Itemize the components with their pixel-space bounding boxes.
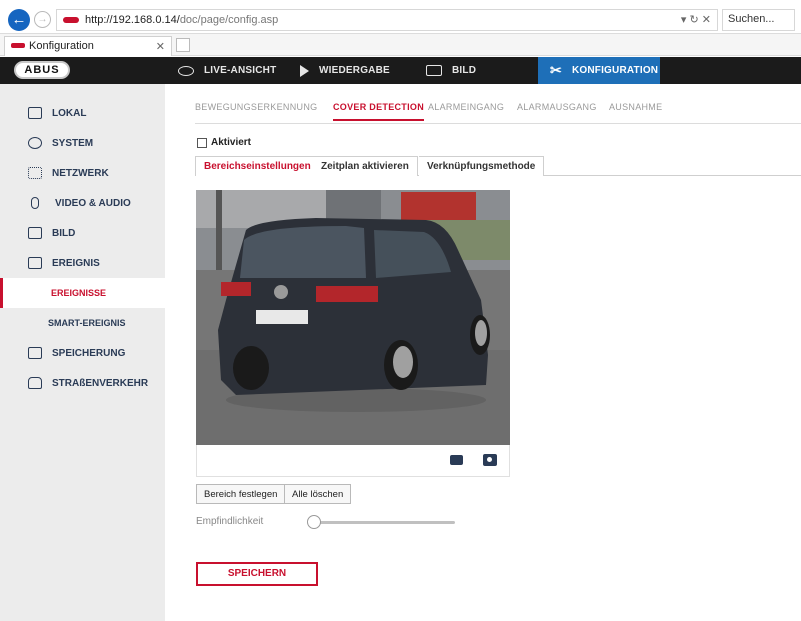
wrench-icon: ✂ (550, 62, 562, 78)
tab-linkage-method[interactable]: Verknüpfungsmethode (419, 156, 545, 176)
browser-tab[interactable]: Konfiguration ✕ (4, 36, 172, 56)
sidebar-item-system[interactable]: SYSTEM (0, 128, 165, 158)
enable-checkbox[interactable] (197, 137, 207, 148)
main-content: BEWEGUNGSERKENNUNG COVER DETECTION ALARM… (165, 84, 801, 621)
sidebar-item-lokal[interactable]: LOKAL (0, 98, 165, 128)
tab-alarmausgang[interactable]: ALARMAUSGANG (517, 102, 597, 112)
close-icon[interactable]: ✕ (156, 40, 165, 53)
microphone-icon (31, 197, 39, 209)
tab-bewegungserkennung[interactable]: BEWEGUNGSERKENNUNG (195, 102, 317, 112)
image-icon (426, 65, 442, 76)
sidebar-item-strassenverkehr[interactable]: STRAßENVERKEHR (0, 368, 165, 398)
refresh-icon[interactable]: ▾ ↻ ✕ (681, 13, 711, 26)
nav-playback[interactable]: WIEDERGABE (300, 57, 410, 84)
tab-area-settings[interactable]: Bereichseinstellungen (195, 156, 320, 176)
sidebar-item-speicherung[interactable]: SPEICHERUNG (0, 338, 165, 368)
gear-icon (28, 137, 42, 149)
search-input[interactable]: Suchen... (722, 9, 795, 31)
forward-icon[interactable]: → (34, 11, 51, 28)
url-input[interactable]: http://192.168.0.14/doc/page/config.asp … (56, 9, 718, 31)
eye-icon (178, 65, 194, 76)
browser-address-bar: ← → http://192.168.0.14/doc/page/config.… (0, 0, 801, 34)
site-favicon-icon (63, 17, 79, 23)
sidebar-subitem-smart-ereignis[interactable]: SMART-EREIGNIS (0, 308, 165, 338)
monitor-icon (28, 107, 42, 119)
sidebar-item-netzwerk[interactable]: NETZWERK (0, 158, 165, 188)
sidebar: LOKAL SYSTEM NETZWERK VIDEO & AUDIO BILD… (0, 84, 165, 621)
sidebar-item-video-audio[interactable]: VIDEO & AUDIO (0, 188, 165, 218)
sidebar-subitem-ereignisse[interactable]: EREIGNISSE (0, 278, 165, 308)
save-button[interactable]: SPEICHERN (196, 562, 318, 586)
calendar-icon (28, 257, 42, 269)
tab-cover-detection[interactable]: COVER DETECTION (333, 102, 425, 121)
network-icon (28, 167, 42, 179)
nav-image[interactable]: BILD (426, 57, 536, 84)
enable-label: Aktiviert (211, 137, 252, 148)
browser-tab-label: Konfiguration (29, 40, 94, 52)
enable-row: Aktiviert (197, 137, 251, 148)
nav-configuration[interactable]: ✂ KONFIGURATION (538, 57, 660, 84)
camera-preview[interactable] (196, 190, 510, 445)
preview-toolbar (196, 445, 510, 477)
sensitivity-slider-track[interactable] (313, 521, 455, 524)
nav-live-view[interactable]: LIVE-ANSICHT (178, 57, 288, 84)
tab-ausnahme[interactable]: AUSNAHME (609, 102, 662, 112)
sidebar-item-bild[interactable]: BILD (0, 218, 165, 248)
car-icon (28, 377, 42, 389)
sensitivity-slider-handle[interactable] (307, 515, 321, 529)
storage-icon (28, 347, 42, 359)
tab-schedule[interactable]: Zeitplan aktivieren (313, 156, 418, 176)
camera-icon[interactable] (483, 454, 497, 466)
play-icon (300, 64, 309, 77)
config-steps: Bereichseinstellungen Zeitplan aktiviere… (195, 156, 801, 176)
image-icon (28, 227, 42, 239)
record-icon[interactable] (450, 455, 463, 465)
url-text: http://192.168.0.14/doc/page/config.asp (85, 14, 279, 26)
site-favicon-icon (11, 43, 25, 48)
top-navigation: ABUS LIVE-ANSICHT WIEDERGABE BILD ✂ KONF… (0, 57, 801, 84)
tab-alarmeingang[interactable]: ALARMEINGANG (428, 102, 504, 112)
sidebar-item-ereignis[interactable]: EREIGNIS (0, 248, 165, 278)
sensitivity-label: Empfindlichkeit (196, 516, 264, 527)
event-subtabs: BEWEGUNGSERKENNUNG COVER DETECTION ALARM… (195, 102, 801, 124)
clear-all-button[interactable]: Alle löschen (284, 484, 352, 504)
browser-tab-row: Konfiguration ✕ (0, 34, 801, 56)
back-icon[interactable]: ← (8, 9, 30, 31)
set-area-button[interactable]: Bereich festlegen (196, 484, 286, 504)
logo: ABUS (14, 61, 70, 79)
camera-preview-image (196, 190, 510, 445)
new-tab-button[interactable] (176, 38, 190, 52)
